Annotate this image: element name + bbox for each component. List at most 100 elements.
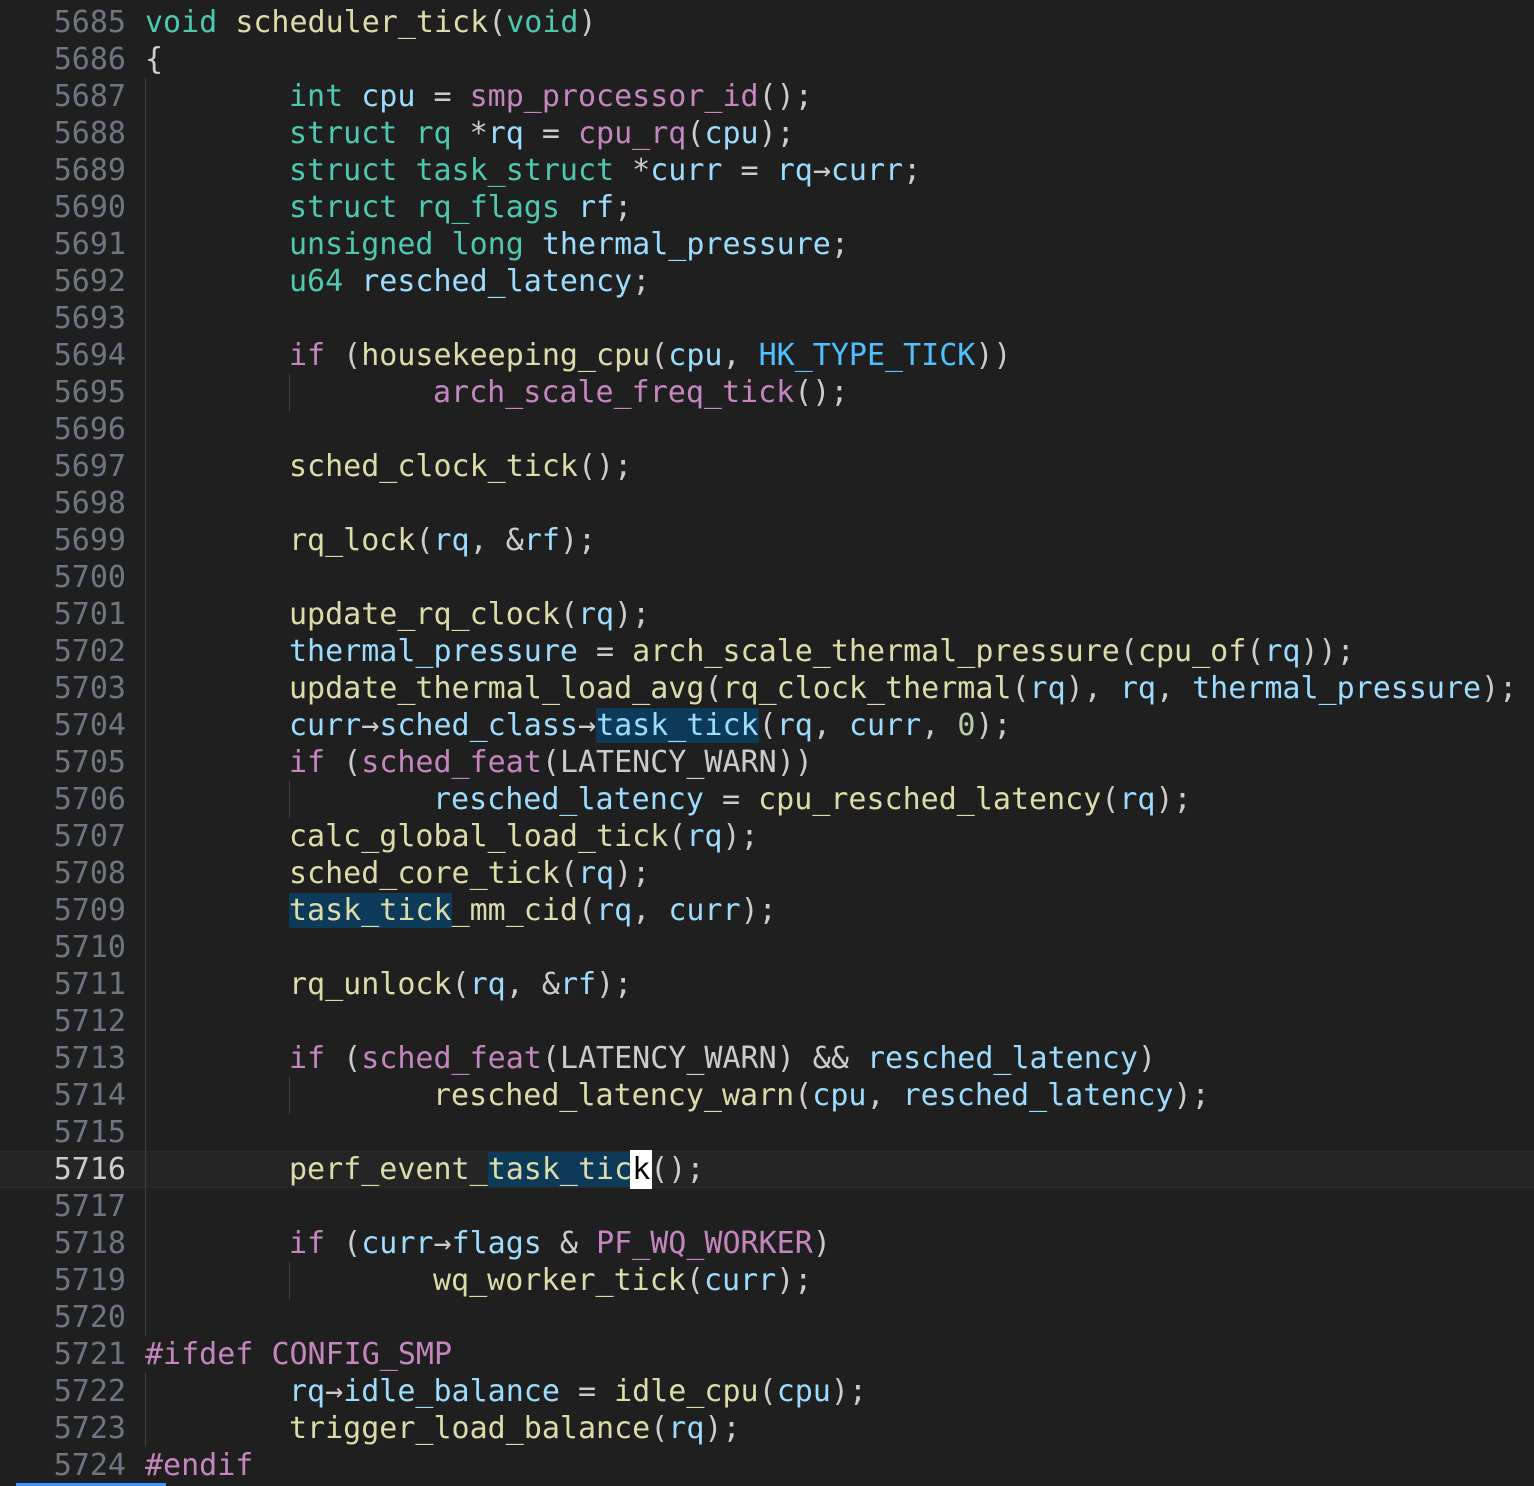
line-number: 5721 bbox=[53, 1337, 126, 1372]
code-line[interactable]: 5688 struct rq *rq = cpu_rq(cpu); bbox=[0, 115, 1534, 152]
code-text: wq_worker_tick(curr); bbox=[433, 1262, 812, 1299]
code-line[interactable]: 5720 bbox=[0, 1299, 1534, 1336]
code-line[interactable]: 5723 trigger_load_balance(rq); bbox=[0, 1410, 1534, 1447]
code-token: )); bbox=[1300, 634, 1355, 669]
indent-guide bbox=[145, 226, 146, 263]
code-token: → bbox=[433, 1226, 452, 1261]
code-line[interactable]: 5687 int cpu = smp_processor_id(); bbox=[0, 78, 1534, 115]
code-line[interactable]: 5707 calc_global_load_tick(rq); bbox=[0, 818, 1534, 855]
code-line[interactable]: 5691 unsigned long thermal_pressure; bbox=[0, 226, 1534, 263]
indent-guide bbox=[145, 855, 146, 892]
code-line[interactable]: 5712 bbox=[0, 1003, 1534, 1040]
code-line[interactable]: 5715 bbox=[0, 1114, 1534, 1151]
indent-guide bbox=[289, 1077, 290, 1114]
line-number: 5688 bbox=[53, 116, 126, 151]
code-text: perf_event_task_tick(); bbox=[289, 1150, 704, 1189]
code-token: perf_event_ bbox=[289, 1152, 488, 1187]
code-line[interactable]: 5686 { bbox=[0, 41, 1534, 78]
indent-guide bbox=[145, 374, 146, 411]
code-token: → bbox=[361, 708, 380, 743]
line-number: 5716 bbox=[53, 1152, 126, 1187]
code-token: #endif bbox=[145, 1448, 254, 1483]
code-token: = bbox=[559, 1374, 615, 1409]
code-text: arch_scale_freq_tick(); bbox=[433, 374, 848, 411]
code-token: = bbox=[722, 153, 777, 188]
line-number: 5702 bbox=[53, 634, 126, 669]
code-line[interactable]: 5705 if (sched_feat(LATENCY_WARN)) bbox=[0, 744, 1534, 781]
code-token: 0 bbox=[957, 708, 976, 743]
code-line[interactable]: 5713 if (sched_feat(LATENCY_WARN) && resc… bbox=[0, 1040, 1534, 1077]
code-line[interactable]: 5702 thermal_pressure = arch_scale_therma… bbox=[0, 633, 1534, 670]
code-line[interactable]: 5717 bbox=[0, 1188, 1534, 1225]
code-line[interactable]: 5697 sched_clock_tick(); bbox=[0, 448, 1534, 485]
line-number: 5698 bbox=[53, 486, 126, 521]
indent-guide bbox=[145, 1262, 146, 1299]
code-text: rq_unlock(rq, &rf); bbox=[289, 966, 632, 1003]
code-line[interactable]: 5694 if (housekeeping_cpu(cpu, HK_TYPE_TI… bbox=[0, 337, 1534, 374]
line-number: 5724 bbox=[53, 1448, 126, 1483]
code-text: thermal_pressure = arch_scale_thermal_pr… bbox=[289, 633, 1355, 670]
line-number: 5720 bbox=[53, 1300, 126, 1335]
code-line[interactable]: 5696 bbox=[0, 411, 1534, 448]
indent-guide bbox=[145, 300, 146, 337]
code-line[interactable]: 5692 u64 resched_latency; bbox=[0, 263, 1534, 300]
code-token: ); bbox=[722, 819, 759, 854]
code-line[interactable]: 5714 resched_latency_warn(cpu, resched_la… bbox=[0, 1077, 1534, 1114]
code-token: * bbox=[614, 153, 651, 188]
code-token: rq bbox=[1029, 671, 1066, 706]
code-token: HK_TYPE_TICK bbox=[758, 338, 976, 373]
code-token: rf bbox=[559, 967, 597, 1002]
code-token: ( bbox=[415, 523, 434, 558]
code-token: = bbox=[577, 634, 633, 669]
code-line[interactable]: 5703 update_thermal_load_avg(rq_clock_the… bbox=[0, 670, 1534, 707]
code-token: ( bbox=[325, 1226, 362, 1261]
line-number: 5717 bbox=[53, 1189, 126, 1224]
code-token: ( bbox=[1119, 634, 1138, 669]
code-line[interactable]: 5685 void scheduler_tick(void) bbox=[0, 4, 1534, 41]
code-line[interactable]: 5698 bbox=[0, 485, 1534, 522]
code-line[interactable]: 5724 #endif bbox=[0, 1447, 1534, 1484]
code-line[interactable]: 5699 rq_lock(rq, &rf); bbox=[0, 522, 1534, 559]
code-token: struct bbox=[289, 190, 398, 225]
code-token: cpu bbox=[361, 79, 416, 114]
code-line[interactable]: 5719 wq_worker_tick(curr); bbox=[0, 1262, 1534, 1299]
line-number: 5685 bbox=[53, 5, 126, 40]
code-line[interactable]: 5722 rq→idle_balance = idle_cpu(cpu); bbox=[0, 1373, 1534, 1410]
code-line[interactable]: 5689 struct task_struct *curr = rq→curr; bbox=[0, 152, 1534, 189]
code-text: #endif bbox=[145, 1447, 253, 1484]
code-text: curr→sched_class→task_tick(rq, curr, 0); bbox=[289, 707, 1012, 744]
code-line[interactable]: 5718 if (curr→flags & PF_WQ_WORKER) bbox=[0, 1225, 1534, 1262]
code-line[interactable]: 5704 curr→sched_class→task_tick(rq, curr,… bbox=[0, 707, 1534, 744]
line-number: 5701 bbox=[53, 597, 126, 632]
code-token: rq bbox=[415, 116, 452, 151]
highlighted-token: task_tic bbox=[487, 1152, 633, 1187]
code-token: ) bbox=[578, 5, 597, 40]
code-token: task_struct bbox=[415, 153, 615, 188]
code-line[interactable]: 5690 struct rq_flags rf; bbox=[0, 189, 1534, 226]
code-text: unsigned long thermal_pressure; bbox=[289, 226, 849, 263]
code-token: long bbox=[451, 227, 524, 262]
indent-guide bbox=[145, 781, 146, 818]
code-text: struct task_struct *curr = rq→curr; bbox=[289, 152, 921, 189]
code-line[interactable]: 5695 arch_scale_freq_tick(); bbox=[0, 374, 1534, 411]
code-line[interactable]: 5716 perf_event_task_tick(); bbox=[0, 1150, 1534, 1189]
code-line[interactable]: 5693 bbox=[0, 300, 1534, 337]
code-token: ); bbox=[596, 967, 633, 1002]
code-line[interactable]: 5701 update_rq_clock(rq); bbox=[0, 596, 1534, 633]
code-token: ; bbox=[632, 264, 651, 299]
code-line[interactable]: 5706 resched_latency = cpu_resched_latenc… bbox=[0, 781, 1534, 818]
code-token: , bbox=[722, 338, 759, 373]
code-line[interactable]: 5709 task_tick_mm_cid(rq, curr); bbox=[0, 892, 1534, 929]
code-token: ( bbox=[488, 5, 507, 40]
indent-guide bbox=[145, 1114, 146, 1151]
code-line[interactable]: 5700 bbox=[0, 559, 1534, 596]
code-line[interactable]: 5711 rq_unlock(rq, &rf); bbox=[0, 966, 1534, 1003]
code-line[interactable]: 5710 bbox=[0, 929, 1534, 966]
indent-guide bbox=[145, 189, 146, 226]
code-text: struct rq *rq = cpu_rq(cpu); bbox=[289, 115, 795, 152]
code-token: idle_cpu bbox=[614, 1374, 759, 1409]
code-line[interactable]: 5708 sched_core_tick(rq); bbox=[0, 855, 1534, 892]
code-line[interactable]: 5721 #ifdef CONFIG_SMP bbox=[0, 1336, 1534, 1373]
code-editor[interactable]: 5685 void scheduler_tick(void) 5686{5687 in… bbox=[0, 0, 1534, 1486]
